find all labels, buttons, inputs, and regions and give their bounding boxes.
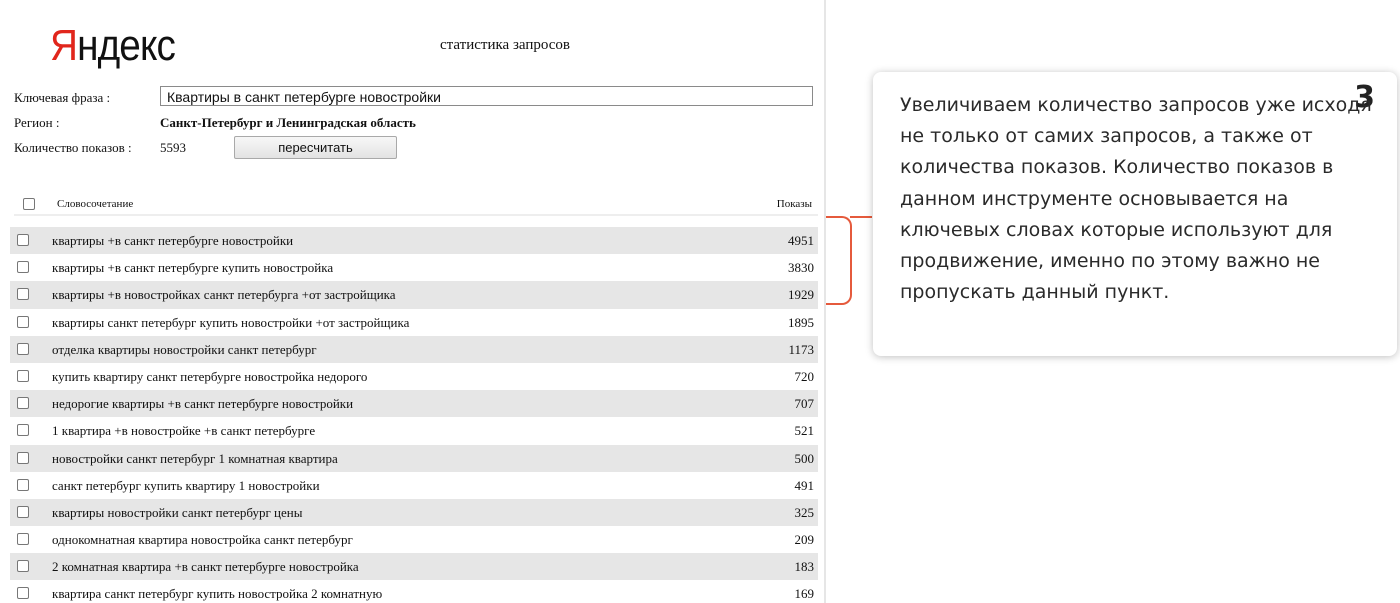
row-phrase[interactable]: квартиры +в санкт петербурге купить ново… xyxy=(52,260,333,276)
row-phrase[interactable]: квартиры +в новостройках санкт петербург… xyxy=(52,287,396,303)
recalc-button[interactable]: пересчитать xyxy=(234,136,397,159)
row-phrase[interactable]: купить квартиру санкт петербурге новостр… xyxy=(52,369,367,385)
row-phrase[interactable]: квартиры санкт петербург купить новостро… xyxy=(52,315,409,331)
table-row[interactable]: санкт петербург купить квартиру 1 новост… xyxy=(10,472,818,499)
shows-value: 5593 xyxy=(160,140,186,155)
row-phrase[interactable]: новостройки санкт петербург 1 комнатная … xyxy=(52,451,338,467)
row-checkbox[interactable] xyxy=(17,315,29,328)
region-label: Регион : xyxy=(14,115,60,130)
row-phrase[interactable]: отделка квартиры новостройки санкт петер… xyxy=(52,342,317,358)
row-count: 169 xyxy=(794,586,815,602)
row-count: 183 xyxy=(794,559,815,575)
row-count: 521 xyxy=(794,423,815,439)
row-count: 1929 xyxy=(788,287,814,303)
callout-connector-stub xyxy=(850,216,872,218)
row-phrase[interactable]: 2 комнатная квартира +в санкт петербурге… xyxy=(52,559,359,575)
row-count: 325 xyxy=(794,504,815,520)
column-header-phrase: Словосочетание xyxy=(57,198,134,210)
callout-text: Увеличиваем количество запросов уже исхо… xyxy=(900,94,1372,304)
row-checkbox[interactable] xyxy=(17,397,29,410)
row-checkbox[interactable] xyxy=(17,560,29,573)
region-value: Санкт-Петербург и Ленинградская область xyxy=(160,115,416,130)
row-phrase[interactable]: 1 квартира +в новостройке +в санкт петер… xyxy=(52,423,315,439)
page-title: статистика запросов xyxy=(440,37,570,53)
row-checkbox[interactable] xyxy=(17,288,29,301)
row-checkbox[interactable] xyxy=(17,261,29,274)
table-row[interactable]: однокомнатная квартира новостройка санкт… xyxy=(10,526,818,553)
row-count: 4951 xyxy=(788,233,814,248)
select-all-checkbox[interactable] xyxy=(23,198,35,210)
row-checkbox[interactable] xyxy=(17,587,29,600)
row-count: 720 xyxy=(794,368,815,384)
row-count: 707 xyxy=(794,396,815,412)
row-phrase[interactable]: квартиры новостройки санкт петербург цен… xyxy=(52,505,302,521)
callout-box: 3 Увеличиваем количество запросов уже ис… xyxy=(873,72,1397,356)
header-divider xyxy=(14,214,818,216)
row-checkbox[interactable] xyxy=(17,533,29,546)
yandex-logo[interactable]: Яндекс xyxy=(50,24,176,68)
row-count: 209 xyxy=(794,532,815,548)
row-checkbox[interactable] xyxy=(17,342,29,355)
column-header-shows: Показы xyxy=(776,198,812,210)
row-count: 1895 xyxy=(788,314,814,330)
row-phrase[interactable]: квартиры +в санкт петербурге новостройки xyxy=(52,233,293,249)
row-count: 3830 xyxy=(788,260,814,276)
table-row[interactable]: квартиры +в санкт петербурге новостройки… xyxy=(10,227,818,255)
row-count: 1173 xyxy=(788,341,814,357)
table-row[interactable]: отделка квартиры новостройки санкт петер… xyxy=(10,335,818,363)
table-row[interactable]: квартиры +в санкт петербурге купить ново… xyxy=(10,254,818,281)
table-row[interactable]: 2 комнатная квартира +в санкт петербурге… xyxy=(10,553,818,581)
row-checkbox[interactable] xyxy=(17,451,29,464)
row-checkbox[interactable] xyxy=(17,234,29,246)
phrase-label: Ключевая фраза : xyxy=(14,90,111,105)
cropped-top-numbers xyxy=(900,0,1400,6)
table-row[interactable]: квартира санкт петербург купить новостро… xyxy=(10,580,818,603)
table-row[interactable]: недорогие квартиры +в санкт петербурге н… xyxy=(10,390,818,418)
shows-label: Количество показов : xyxy=(14,140,132,155)
row-checkbox[interactable] xyxy=(17,369,29,382)
row-checkbox[interactable] xyxy=(17,478,29,491)
table-row[interactable]: новостройки санкт петербург 1 комнатная … xyxy=(10,444,818,472)
row-count: 491 xyxy=(794,477,815,493)
table-row[interactable]: квартиры санкт петербург купить новостро… xyxy=(10,309,818,336)
table-row[interactable]: 1 квартира +в новостройке +в санкт петер… xyxy=(10,417,818,444)
callout-connector-bracket xyxy=(826,216,852,305)
row-checkbox[interactable] xyxy=(17,505,29,518)
row-phrase[interactable]: однокомнатная квартира новостройка санкт… xyxy=(52,532,353,548)
row-phrase[interactable]: санкт петербург купить квартиру 1 новост… xyxy=(52,478,320,494)
row-checkbox[interactable] xyxy=(17,424,29,437)
row-count: 500 xyxy=(794,450,815,466)
table-row[interactable]: купить квартиру санкт петербурге новостр… xyxy=(10,363,818,390)
yandex-wordstat-panel: Яндекс статистика запросов Ключевая фраз… xyxy=(0,0,826,603)
row-phrase[interactable]: недорогие квартиры +в санкт петербурге н… xyxy=(52,396,353,412)
table-row[interactable]: квартиры новостройки санкт петербург цен… xyxy=(10,498,818,527)
phrase-table: квартиры +в санкт петербурге новостройки… xyxy=(10,227,818,603)
row-phrase[interactable]: квартира санкт петербург купить новостро… xyxy=(52,586,382,602)
phrase-input[interactable]: Квартиры в санкт петербурге новостройки xyxy=(160,86,813,106)
table-row[interactable]: квартиры +в новостройках санкт петербург… xyxy=(10,281,818,309)
